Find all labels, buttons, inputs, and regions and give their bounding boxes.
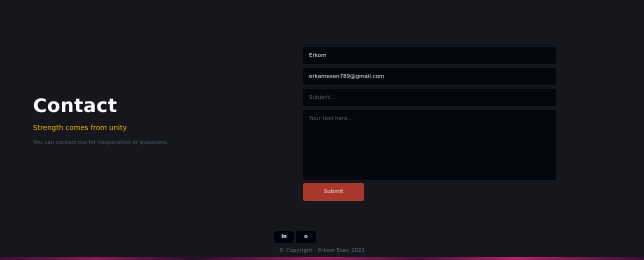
subject-field[interactable]: Subject... xyxy=(303,89,556,106)
submit-button[interactable]: Submit xyxy=(303,183,364,201)
contact-intro: Contact Strength comes from unity You ca… xyxy=(33,95,168,146)
social-links: in ⊙ xyxy=(274,231,316,243)
contact-description: You can contact me for cooperation or qu… xyxy=(33,140,169,146)
linkedin-icon[interactable]: in xyxy=(274,231,294,243)
copyright-text: © Copyright - Erkom Esen 2023 xyxy=(279,248,365,254)
email-field[interactable]: erkamesen789@gmail.com xyxy=(303,68,556,85)
name-field[interactable]: Erkom xyxy=(303,47,556,64)
github-icon[interactable]: ⊙ xyxy=(296,231,316,243)
contact-subtitle: Strength comes from unity xyxy=(33,124,127,132)
message-textarea[interactable]: Your text here... xyxy=(303,110,556,180)
contact-form: Erkom erkamesen789@gmail.com Subject... … xyxy=(303,47,556,201)
page-title: Contact xyxy=(33,95,118,117)
